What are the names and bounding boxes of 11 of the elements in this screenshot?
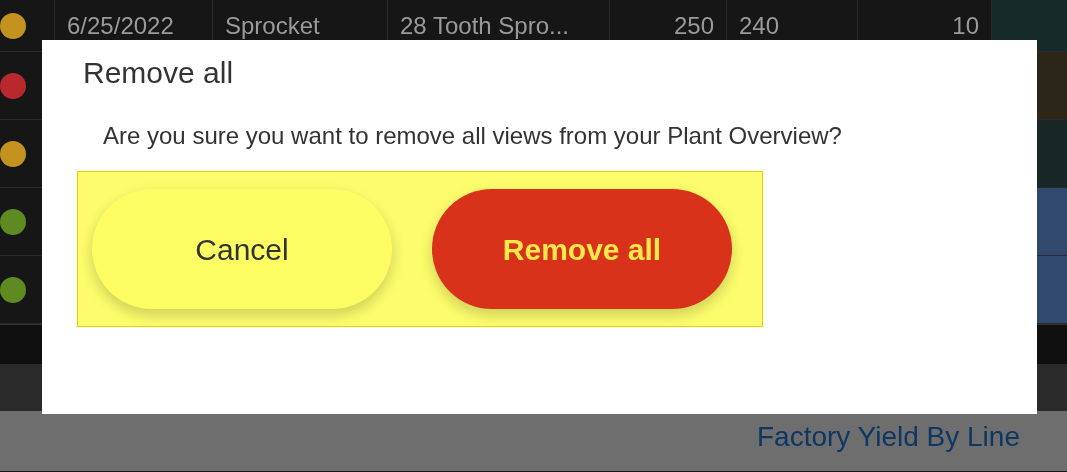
table-cell-text: 250 [673, 10, 714, 41]
remove-all-button[interactable]: Remove all [432, 189, 732, 309]
table-cell-text: 240 [739, 10, 780, 41]
dialog-title: Remove all [83, 55, 234, 91]
section-title: Factory Yield By Line [756, 423, 1020, 454]
table-cell-text: 6/25/2022 [67, 10, 174, 41]
table-cell-text: Sprocket [225, 10, 320, 41]
cancel-button[interactable]: Cancel [92, 189, 392, 309]
table-cell-text: 28 Tooth Spro... [400, 10, 569, 41]
table-cell-text: 10 [952, 10, 979, 41]
dialog-message: Are you sure you want to remove all views from your Plant Overview? [103, 121, 843, 151]
